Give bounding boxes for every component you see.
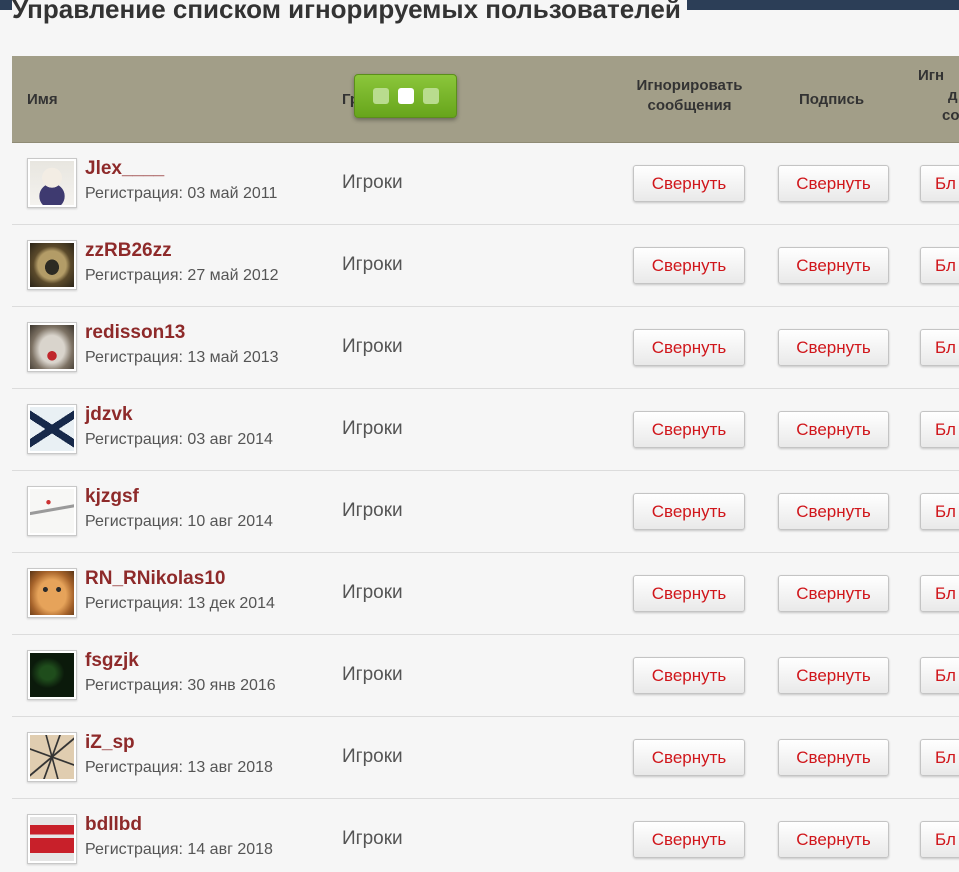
column-header-more-line3: со xyxy=(942,107,959,124)
table-row: redisson13 Регистрация: 13 май 2013 Игро… xyxy=(12,307,959,389)
column-header-signature: Подпись xyxy=(798,91,865,108)
registration-date: Регистрация: 03 май 2011 xyxy=(85,185,278,202)
column-header-ignore-line2: сообщения xyxy=(647,97,732,114)
registration-date: Регистрация: 30 янв 2016 xyxy=(85,677,276,694)
avatar-kitten-icon xyxy=(30,571,74,615)
username-link[interactable]: fsgzjk xyxy=(85,650,139,672)
user-group: Игроки xyxy=(342,254,403,275)
username-link[interactable]: iZ_sp xyxy=(85,732,135,754)
ignore-messages-button[interactable]: Свернуть xyxy=(633,411,745,448)
ignore-messages-button[interactable]: Свернуть xyxy=(633,165,745,202)
table-row: zzRB26zz Регистрация: 27 май 2012 Игроки… xyxy=(12,225,959,307)
page-title: Управление списком игнорируемых пользова… xyxy=(12,0,687,27)
ignore-messages-button[interactable]: Свернуть xyxy=(633,739,745,776)
ignore-messages-button[interactable]: Свернуть xyxy=(633,575,745,612)
loading-indicator xyxy=(354,74,457,118)
ignore-messages-button[interactable]: Свернуть xyxy=(633,821,745,858)
user-group: Игроки xyxy=(342,746,403,767)
table-body: Jlex____ Регистрация: 03 май 2011 Игроки… xyxy=(12,143,959,872)
avatar[interactable] xyxy=(27,568,77,618)
avatar[interactable] xyxy=(27,158,77,208)
user-group: Игроки xyxy=(342,500,403,521)
username-link[interactable]: RN_RNikolas10 xyxy=(85,568,225,590)
ignore-signature-button[interactable]: Свернуть xyxy=(778,493,889,530)
registration-date: Регистрация: 10 авг 2014 xyxy=(85,513,273,530)
column-header-more-line2: д xyxy=(948,87,958,104)
avatar[interactable] xyxy=(27,240,77,290)
avatar[interactable] xyxy=(27,650,77,700)
avatar-red-sign-icon xyxy=(30,817,74,861)
avatar-lines-icon xyxy=(30,735,74,779)
table-row: bdllbd Регистрация: 14 авг 2018 Игроки С… xyxy=(12,799,959,872)
username-link[interactable]: zzRB26zz xyxy=(85,240,172,262)
ignore-signature-button[interactable]: Свернуть xyxy=(778,575,889,612)
block-button[interactable]: Бл xyxy=(920,329,959,366)
avatar[interactable] xyxy=(27,814,77,864)
table-row: kjzgsf Регистрация: 10 авг 2014 Игроки С… xyxy=(12,471,959,553)
avatar-dark-green-icon xyxy=(30,653,74,697)
user-group: Игроки xyxy=(342,582,403,603)
loader-dot-active xyxy=(397,88,414,104)
username-link[interactable]: bdllbd xyxy=(85,814,142,836)
avatar[interactable] xyxy=(27,404,77,454)
ignore-signature-button[interactable]: Свернуть xyxy=(778,739,889,776)
user-group: Игроки xyxy=(342,418,403,439)
ignored-users-table: Имя Гр Игнорировать сообщения Подпись Иг… xyxy=(12,56,959,872)
username-link[interactable]: Jlex____ xyxy=(85,158,164,180)
block-button[interactable]: Бл xyxy=(920,821,959,858)
username-link[interactable]: kjzgsf xyxy=(85,486,139,508)
ignore-signature-button[interactable]: Свернуть xyxy=(778,247,889,284)
avatar-sketch-icon xyxy=(30,489,74,533)
ignore-signature-button[interactable]: Свернуть xyxy=(778,165,889,202)
loader-dot xyxy=(422,88,439,104)
loader-dot xyxy=(372,88,389,104)
username-link[interactable]: jdzvk xyxy=(85,404,133,426)
ignore-signature-button[interactable]: Свернуть xyxy=(778,657,889,694)
user-group: Игроки xyxy=(342,172,403,193)
table-row: Jlex____ Регистрация: 03 май 2011 Игроки… xyxy=(12,143,959,225)
column-header-more: Игн д со xyxy=(918,66,959,126)
table-row: RN_RNikolas10 Регистрация: 13 дек 2014 И… xyxy=(12,553,959,635)
ignore-signature-button[interactable]: Свернуть xyxy=(778,411,889,448)
avatar-flag-icon xyxy=(30,407,74,451)
registration-date: Регистрация: 13 май 2013 xyxy=(85,349,279,366)
ignore-signature-button[interactable]: Свернуть xyxy=(778,329,889,366)
registration-date: Регистрация: 13 дек 2014 xyxy=(85,595,275,612)
registration-date: Регистрация: 03 авг 2014 xyxy=(85,431,273,448)
user-group: Игроки xyxy=(342,664,403,685)
column-header-ignore-messages: Игнорировать сообщения xyxy=(622,76,757,116)
column-header-name[interactable]: Имя xyxy=(27,90,58,110)
ignore-signature-button[interactable]: Свернуть xyxy=(778,821,889,858)
block-button[interactable]: Бл xyxy=(920,657,959,694)
block-button[interactable]: Бл xyxy=(920,575,959,612)
avatar-anime-icon xyxy=(30,161,74,205)
block-button[interactable]: Бл xyxy=(920,411,959,448)
registration-date: Регистрация: 13 авг 2018 xyxy=(85,759,273,776)
table-row: jdzvk Регистрация: 03 авг 2014 Игроки Св… xyxy=(12,389,959,471)
avatar-dog-icon xyxy=(30,243,74,287)
block-button[interactable]: Бл xyxy=(920,165,959,202)
user-group: Игроки xyxy=(342,828,403,849)
column-header-more-line1: Игн xyxy=(918,67,945,84)
column-header-ignore-line1: Игнорировать xyxy=(636,77,743,94)
table-header: Имя Гр Игнорировать сообщения Подпись Иг… xyxy=(12,56,959,143)
table-row: fsgzjk Регистрация: 30 янв 2016 Игроки С… xyxy=(12,635,959,717)
avatar[interactable] xyxy=(27,486,77,536)
avatar[interactable] xyxy=(27,732,77,782)
block-button[interactable]: Бл xyxy=(920,247,959,284)
ignore-messages-button[interactable]: Свернуть xyxy=(633,657,745,694)
block-button[interactable]: Бл xyxy=(920,493,959,530)
table-row: iZ_sp Регистрация: 13 авг 2018 Игроки Св… xyxy=(12,717,959,799)
registration-date: Регистрация: 14 авг 2018 xyxy=(85,841,273,858)
registration-date: Регистрация: 27 май 2012 xyxy=(85,267,279,284)
ignore-messages-button[interactable]: Свернуть xyxy=(633,493,745,530)
avatar-lynx-icon xyxy=(30,325,74,369)
block-button[interactable]: Бл xyxy=(920,739,959,776)
user-group: Игроки xyxy=(342,336,403,357)
avatar[interactable] xyxy=(27,322,77,372)
ignore-messages-button[interactable]: Свернуть xyxy=(633,247,745,284)
ignore-messages-button[interactable]: Свернуть xyxy=(633,329,745,366)
username-link[interactable]: redisson13 xyxy=(85,322,185,344)
